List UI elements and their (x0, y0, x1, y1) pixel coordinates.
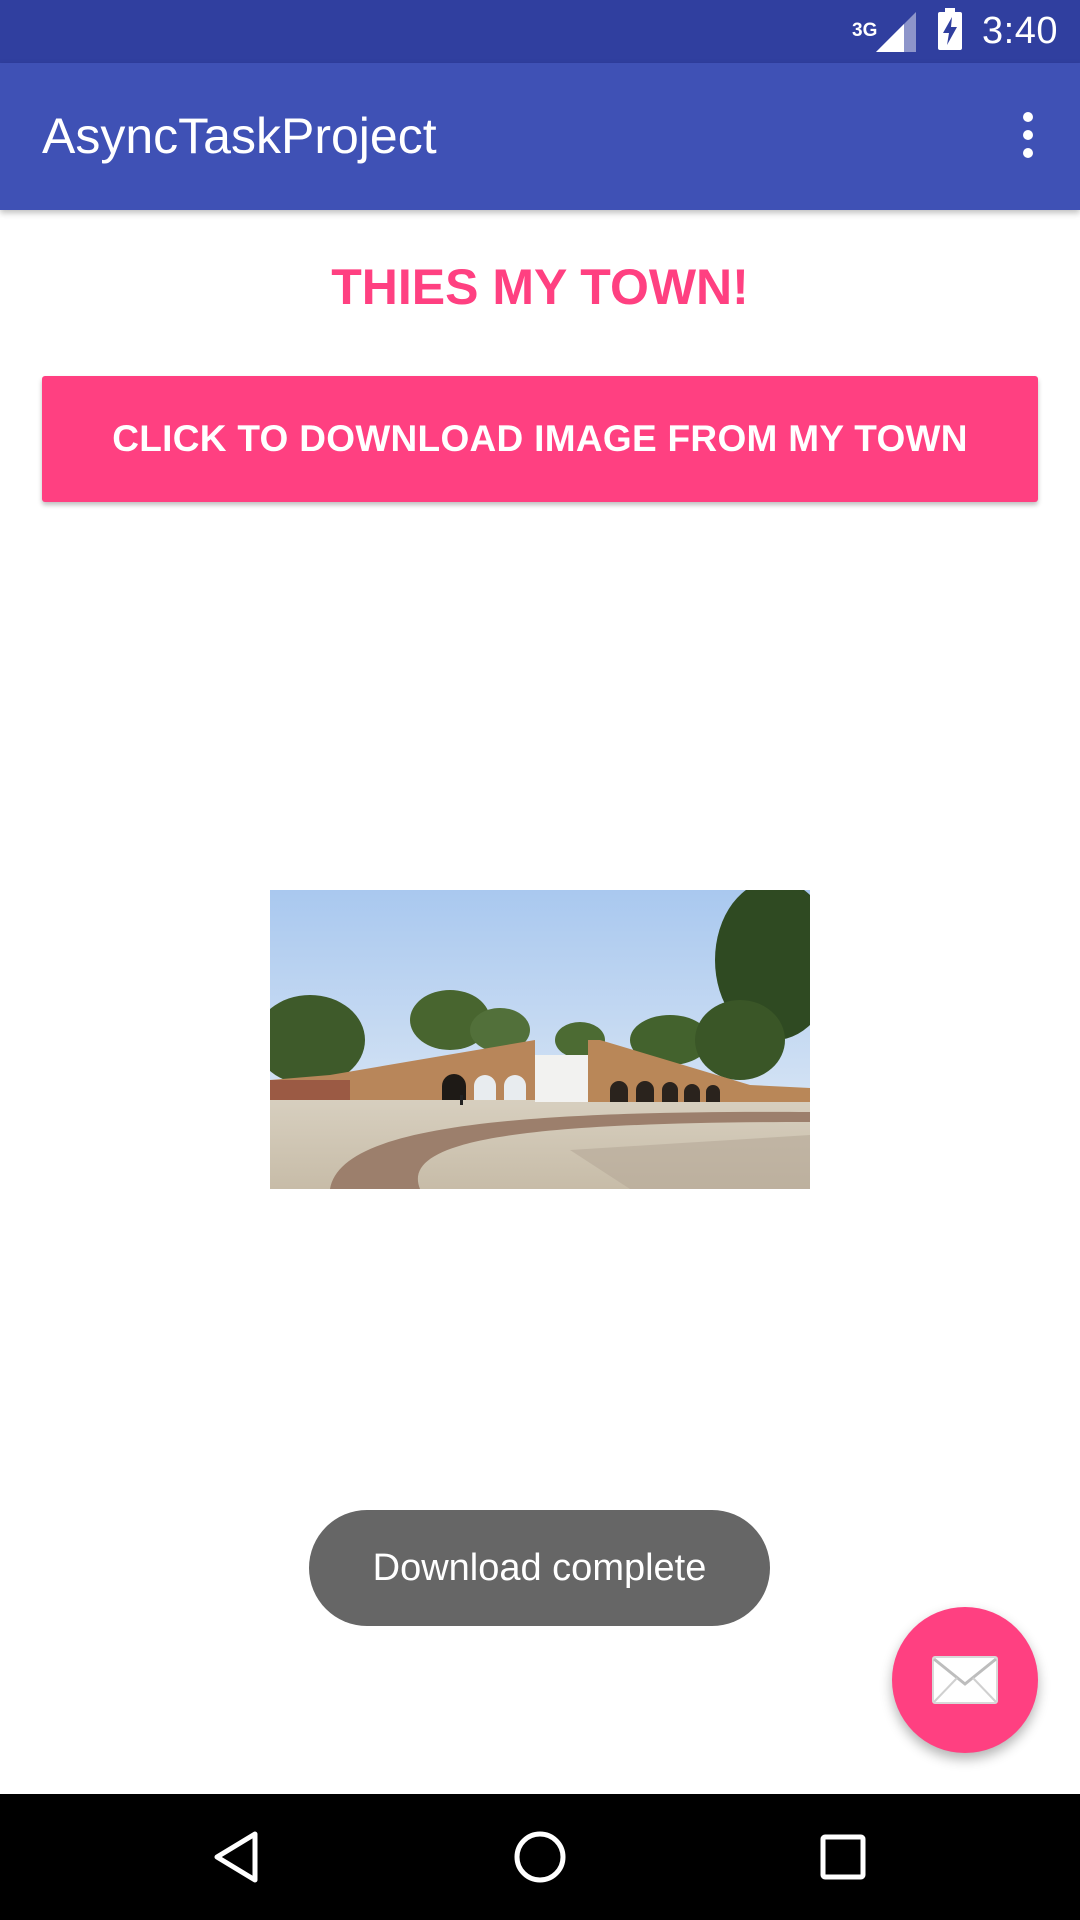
overflow-menu-icon[interactable] (998, 103, 1058, 167)
signal-icon: 3G (852, 10, 918, 54)
status-bar: 3G 3:40 (0, 0, 1080, 63)
home-icon[interactable] (500, 1817, 580, 1897)
battery-charging-icon (936, 7, 964, 56)
app-title: AsyncTaskProject (42, 108, 437, 164)
town-photo (270, 890, 810, 1189)
clock: 3:40 (982, 10, 1058, 52)
back-icon[interactable] (196, 1817, 276, 1897)
email-fab-button[interactable] (892, 1607, 1038, 1753)
toast-message: Download complete (309, 1510, 770, 1626)
download-image-button[interactable]: CLICK TO DOWNLOAD IMAGE FROM MY TOWN (42, 376, 1038, 502)
network-type-label: 3G (852, 19, 878, 41)
page-heading: THIES MY TOWN! (331, 259, 749, 315)
email-icon (932, 1656, 998, 1704)
navigation-bar (0, 1794, 1080, 1920)
app-bar: AsyncTaskProject (0, 63, 1080, 210)
status-icons: 3G 3:40 (852, 0, 1058, 63)
recents-icon[interactable] (803, 1817, 883, 1897)
